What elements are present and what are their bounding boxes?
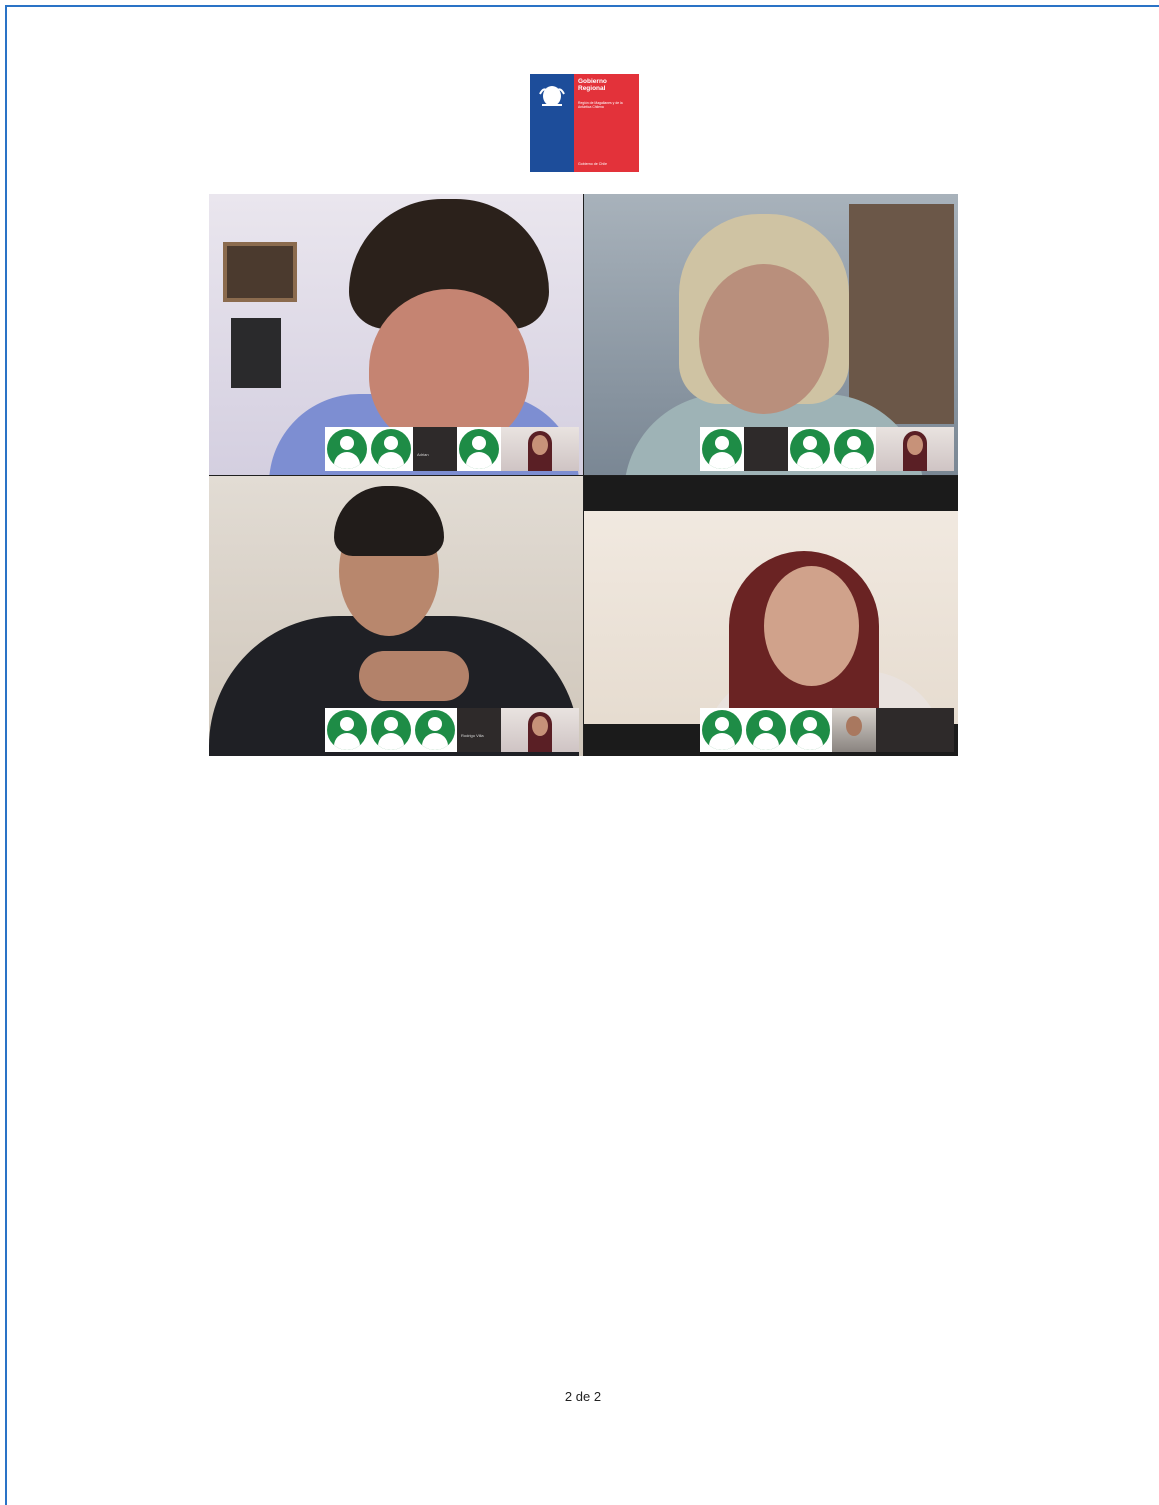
participant-thumb[interactable]	[501, 708, 579, 752]
user-avatar-icon	[371, 429, 411, 469]
participant-thumb[interactable]: Rodrigo Villa	[457, 708, 501, 752]
participant-thumb[interactable]	[788, 427, 832, 471]
user-avatar-icon	[746, 710, 786, 750]
participant-strip: Rodrigo Villa	[325, 708, 579, 752]
wall-picture	[231, 318, 281, 388]
logo-subtitle: Región de Magallanes y de la Antártica C…	[578, 101, 623, 109]
user-avatar-icon	[790, 710, 830, 750]
participant-name: Adrian	[417, 452, 429, 457]
logo-footer: Gobierno de Chile	[578, 162, 607, 166]
logo-line-1: Gobierno	[578, 78, 607, 85]
coat-of-arms-icon	[539, 86, 565, 106]
participant-strip: Adrian	[325, 427, 579, 471]
participant-thumb[interactable]	[413, 708, 457, 752]
participant-thumb[interactable]	[744, 427, 788, 471]
participant-face	[699, 264, 829, 414]
video-call-screenshot: Adrian Rodrigo Villa	[209, 194, 958, 756]
wall-picture	[223, 242, 297, 302]
participant-hands	[359, 651, 469, 701]
participant-thumb[interactable]	[325, 427, 369, 471]
video-frame	[584, 511, 958, 751]
participant-thumb[interactable]	[832, 427, 876, 471]
participant-face	[369, 289, 529, 449]
user-avatar-icon	[702, 429, 742, 469]
user-avatar-icon	[834, 429, 874, 469]
video-tile-1: Adrian	[209, 194, 583, 475]
user-avatar-icon	[415, 710, 455, 750]
user-avatar-icon	[790, 429, 830, 469]
gobierno-regional-logo: Gobierno Regional Región de Magallanes y…	[530, 74, 639, 172]
participant-thumb[interactable]	[369, 708, 413, 752]
bookshelf	[849, 204, 954, 424]
participant-thumb[interactable]	[876, 708, 954, 752]
participant-thumb[interactable]	[788, 708, 832, 752]
participant-thumb[interactable]	[501, 427, 579, 471]
video-tile-2	[584, 194, 958, 475]
user-avatar-icon	[459, 429, 499, 469]
participant-thumb[interactable]: Adrian	[413, 427, 457, 471]
participant-thumb[interactable]	[700, 427, 744, 471]
participant-face	[764, 566, 859, 686]
user-avatar-icon	[327, 710, 367, 750]
page-number: 2 de 2	[564, 1389, 602, 1404]
video-tile-4	[584, 476, 958, 756]
participant-thumb[interactable]	[876, 427, 954, 471]
video-tile-3: Rodrigo Villa	[209, 476, 583, 756]
participant-thumb[interactable]	[369, 427, 413, 471]
participant-name: Rodrigo Villa	[461, 733, 484, 738]
user-avatar-icon	[702, 710, 742, 750]
participant-strip	[700, 427, 954, 471]
participant-thumb[interactable]	[832, 708, 876, 752]
user-avatar-icon	[371, 710, 411, 750]
participant-thumb[interactable]	[325, 708, 369, 752]
participant-thumb[interactable]	[700, 708, 744, 752]
participant-strip	[700, 708, 954, 752]
participant-thumb[interactable]	[744, 708, 788, 752]
user-avatar-icon	[327, 429, 367, 469]
logo-line-2: Regional	[578, 85, 606, 92]
participant-hair	[334, 486, 444, 556]
participant-thumb[interactable]	[457, 427, 501, 471]
